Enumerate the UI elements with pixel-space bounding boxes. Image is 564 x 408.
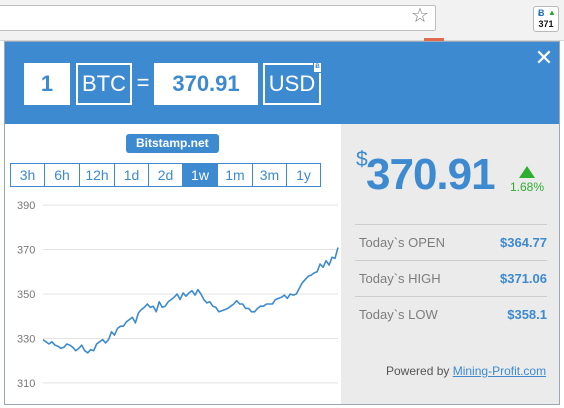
period-button-6h[interactable]: 6h bbox=[44, 163, 80, 187]
mining-profit-link[interactable]: Mining-Profit.com bbox=[453, 364, 546, 378]
browser-toolbar: ☆ Ƀ ▲ 371 bbox=[0, 0, 564, 41]
from-currency-select[interactable]: BTC bbox=[76, 63, 132, 105]
price-change-percent: 1.68% bbox=[510, 180, 545, 194]
stat-open: Today`s OPEN $364.77 bbox=[355, 224, 547, 260]
to-currency-select[interactable]: USD Ƀ bbox=[263, 62, 322, 105]
period-button-2d[interactable]: 2d bbox=[148, 163, 183, 187]
price-chart: 390 370 350 330 310 bbox=[17, 200, 339, 390]
to-currency-label: USD bbox=[268, 71, 316, 96]
currency-mini-icon: Ƀ bbox=[313, 62, 322, 73]
equals-sign: = bbox=[136, 70, 150, 95]
y-tick-label: 310 bbox=[17, 378, 35, 390]
stat-high: Today`s HIGH $371.06 bbox=[355, 260, 547, 296]
close-icon[interactable]: ✕ bbox=[534, 47, 554, 69]
price-popup: 1 BTC = 370.91 USD Ƀ ✕ Bitstamp.net 3h 6h… bbox=[4, 41, 560, 405]
up-arrow-icon: ▲ bbox=[548, 8, 556, 17]
y-tick-label: 350 bbox=[17, 289, 35, 301]
period-button-3m[interactable]: 3m bbox=[252, 163, 287, 187]
price-line bbox=[42, 247, 339, 354]
up-arrow-icon bbox=[519, 166, 535, 178]
chart-panel: Bitstamp.net 3h 6h 12h 1d 2d 1w 1m 3m 1y 390 370 3… bbox=[5, 124, 341, 404]
period-button-1m[interactable]: 1m bbox=[217, 163, 253, 187]
y-tick-label: 390 bbox=[17, 200, 35, 212]
address-bar[interactable] bbox=[0, 5, 436, 31]
ticker-panel: $ 370.91 1.68% Today`s OPEN $364.77 Toda… bbox=[341, 124, 559, 404]
stat-label: Today`s OPEN bbox=[359, 235, 445, 250]
stat-low: Today`s LOW $358.1 bbox=[355, 296, 547, 332]
period-selector: 3h 6h 12h 1d 2d 1w 1m 3m 1y bbox=[10, 163, 321, 187]
extension-price-badge: 371 bbox=[538, 19, 554, 29]
stat-label: Today`s HIGH bbox=[359, 271, 441, 286]
converted-amount-field[interactable]: 370.91 bbox=[154, 63, 258, 105]
converter-header: 1 BTC = 370.91 USD Ƀ ✕ bbox=[5, 42, 559, 124]
stat-value: $364.77 bbox=[500, 235, 547, 250]
powered-by-text: Powered by bbox=[386, 364, 450, 378]
period-button-12h[interactable]: 12h bbox=[79, 163, 115, 187]
stat-value: $371.06 bbox=[500, 271, 547, 286]
bitcoin-extension-button[interactable]: Ƀ ▲ 371 bbox=[533, 6, 559, 32]
stat-label: Today`s LOW bbox=[359, 307, 438, 322]
exchange-source-button[interactable]: Bitstamp.net bbox=[126, 134, 219, 153]
period-button-1d[interactable]: 1d bbox=[114, 163, 149, 187]
bitcoin-icon: Ƀ bbox=[538, 8, 545, 18]
bookmark-star-icon[interactable]: ☆ bbox=[408, 4, 432, 28]
btc-amount-input[interactable]: 1 bbox=[24, 63, 70, 105]
period-button-1y[interactable]: 1y bbox=[286, 163, 321, 187]
y-tick-label: 370 bbox=[17, 245, 35, 257]
period-button-3h[interactable]: 3h bbox=[10, 163, 45, 187]
current-price: 370.91 bbox=[366, 150, 496, 199]
stat-value: $358.1 bbox=[507, 307, 547, 322]
y-tick-label: 330 bbox=[17, 333, 35, 345]
period-button-1w[interactable]: 1w bbox=[182, 163, 218, 187]
powered-by: Powered by Mining-Profit.com bbox=[386, 364, 546, 378]
